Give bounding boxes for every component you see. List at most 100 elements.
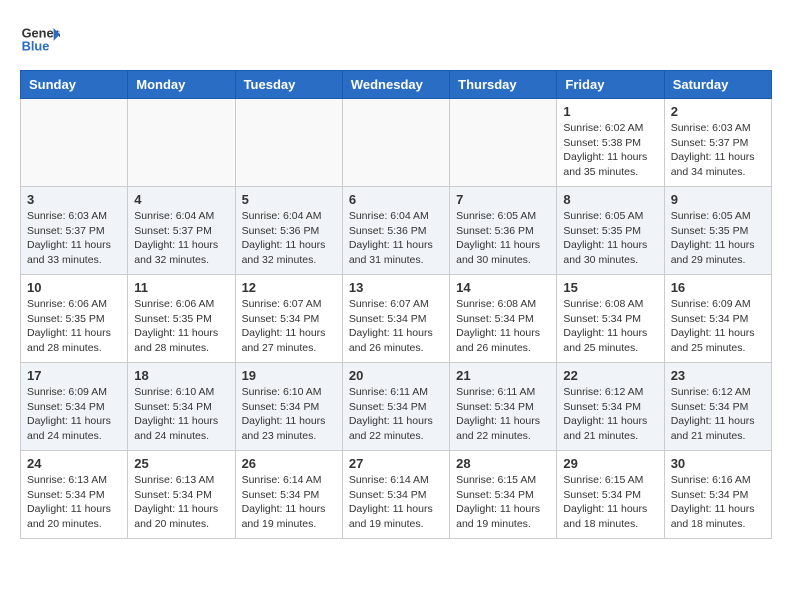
day-number: 28: [456, 456, 550, 471]
weekday-header-monday: Monday: [128, 71, 235, 99]
day-number: 18: [134, 368, 228, 383]
day-number: 5: [242, 192, 336, 207]
day-number: 12: [242, 280, 336, 295]
day-info: Sunrise: 6:04 AM Sunset: 5:37 PM Dayligh…: [134, 209, 228, 268]
calendar-week-3: 10Sunrise: 6:06 AM Sunset: 5:35 PM Dayli…: [21, 275, 772, 363]
calendar-day-empty: [450, 99, 557, 187]
day-info: Sunrise: 6:08 AM Sunset: 5:34 PM Dayligh…: [563, 297, 657, 356]
calendar-day-28: 28 Sunrise: 6:15 AM Sunset: 5:34 PM Dayli…: [450, 451, 557, 539]
calendar-day-23: 23Sunrise: 6:12 AM Sunset: 5:34 PM Dayli…: [664, 363, 771, 451]
day-info: Sunrise: 6:02 AM Sunset: 5:38 PM Dayligh…: [563, 121, 657, 180]
calendar-day-empty: [235, 99, 342, 187]
day-info: Sunrise: 6:03 AM Sunset: 5:37 PM Dayligh…: [671, 121, 765, 180]
calendar-day-2: 2 Sunrise: 6:03 AM Sunset: 5:37 PM Daylig…: [664, 99, 771, 187]
calendar-day-13: 13Sunrise: 6:07 AM Sunset: 5:34 PM Dayli…: [342, 275, 449, 363]
day-number: 1: [563, 104, 657, 119]
calendar-day-6: 6Sunrise: 6:04 AM Sunset: 5:36 PM Daylig…: [342, 187, 449, 275]
day-number: 2: [671, 104, 765, 119]
calendar-day-27: 27 Sunrise: 6:14 AM Sunset: 5:34 PM Dayli…: [342, 451, 449, 539]
calendar-day-8: 8 Sunrise: 6:05 AM Sunset: 5:35 PM Daylig…: [557, 187, 664, 275]
day-number: 17: [27, 368, 121, 383]
day-number: 29: [563, 456, 657, 471]
day-number: 21: [456, 368, 550, 383]
day-number: 16: [671, 280, 765, 295]
calendar-body: 1 Sunrise: 6:02 AM Sunset: 5:38 PM Daylig…: [21, 99, 772, 539]
calendar-day-22: 22 Sunrise: 6:12 AM Sunset: 5:34 PM Dayli…: [557, 363, 664, 451]
day-info: Sunrise: 6:11 AM Sunset: 5:34 PM Dayligh…: [456, 385, 550, 444]
weekday-header-wednesday: Wednesday: [342, 71, 449, 99]
day-info: Sunrise: 6:10 AM Sunset: 5:34 PM Dayligh…: [242, 385, 336, 444]
calendar-day-7: 7 Sunrise: 6:05 AM Sunset: 5:36 PM Daylig…: [450, 187, 557, 275]
calendar-day-10: 10Sunrise: 6:06 AM Sunset: 5:35 PM Dayli…: [21, 275, 128, 363]
day-number: 8: [563, 192, 657, 207]
day-number: 9: [671, 192, 765, 207]
day-number: 3: [27, 192, 121, 207]
calendar-week-5: 24 Sunrise: 6:13 AM Sunset: 5:34 PM Dayli…: [21, 451, 772, 539]
day-number: 15: [563, 280, 657, 295]
day-info: Sunrise: 6:14 AM Sunset: 5:34 PM Dayligh…: [349, 473, 443, 532]
calendar-day-empty: [128, 99, 235, 187]
day-number: 27: [349, 456, 443, 471]
weekday-header-tuesday: Tuesday: [235, 71, 342, 99]
svg-text:Blue: Blue: [22, 38, 50, 53]
calendar-day-21: 21 Sunrise: 6:11 AM Sunset: 5:34 PM Dayli…: [450, 363, 557, 451]
calendar-day-18: 18Sunrise: 6:10 AM Sunset: 5:34 PM Dayli…: [128, 363, 235, 451]
day-info: Sunrise: 6:15 AM Sunset: 5:34 PM Dayligh…: [456, 473, 550, 532]
day-info: Sunrise: 6:05 AM Sunset: 5:35 PM Dayligh…: [671, 209, 765, 268]
calendar-day-4: 4 Sunrise: 6:04 AM Sunset: 5:37 PM Daylig…: [128, 187, 235, 275]
calendar-day-30: 30 Sunrise: 6:16 AM Sunset: 5:34 PM Dayli…: [664, 451, 771, 539]
weekday-header-saturday: Saturday: [664, 71, 771, 99]
logo: General Blue: [20, 20, 60, 60]
calendar-week-2: 3 Sunrise: 6:03 AM Sunset: 5:37 PM Daylig…: [21, 187, 772, 275]
calendar-header: SundayMondayTuesdayWednesdayThursdayFrid…: [21, 71, 772, 99]
calendar-day-25: 25 Sunrise: 6:13 AM Sunset: 5:34 PM Dayli…: [128, 451, 235, 539]
calendar-week-4: 17 Sunrise: 6:09 AM Sunset: 5:34 PM Dayli…: [21, 363, 772, 451]
calendar-day-29: 29 Sunrise: 6:15 AM Sunset: 5:34 PM Dayli…: [557, 451, 664, 539]
day-info: Sunrise: 6:06 AM Sunset: 5:35 PM Dayligh…: [134, 297, 228, 356]
day-number: 13: [349, 280, 443, 295]
day-number: 25: [134, 456, 228, 471]
logo-icon: General Blue: [20, 20, 60, 60]
day-info: Sunrise: 6:15 AM Sunset: 5:34 PM Dayligh…: [563, 473, 657, 532]
page-header: General Blue: [20, 20, 772, 60]
day-info: Sunrise: 6:16 AM Sunset: 5:34 PM Dayligh…: [671, 473, 765, 532]
day-info: Sunrise: 6:03 AM Sunset: 5:37 PM Dayligh…: [27, 209, 121, 268]
day-number: 23: [671, 368, 765, 383]
calendar-day-15: 15 Sunrise: 6:08 AM Sunset: 5:34 PM Dayli…: [557, 275, 664, 363]
day-number: 11: [134, 280, 228, 295]
day-info: Sunrise: 6:07 AM Sunset: 5:34 PM Dayligh…: [242, 297, 336, 356]
calendar-day-5: 5 Sunrise: 6:04 AM Sunset: 5:36 PM Daylig…: [235, 187, 342, 275]
calendar-day-26: 26 Sunrise: 6:14 AM Sunset: 5:34 PM Dayli…: [235, 451, 342, 539]
calendar-day-3: 3 Sunrise: 6:03 AM Sunset: 5:37 PM Daylig…: [21, 187, 128, 275]
calendar-day-24: 24Sunrise: 6:13 AM Sunset: 5:34 PM Dayli…: [21, 451, 128, 539]
day-number: 26: [242, 456, 336, 471]
day-info: Sunrise: 6:14 AM Sunset: 5:34 PM Dayligh…: [242, 473, 336, 532]
day-info: Sunrise: 6:09 AM Sunset: 5:34 PM Dayligh…: [27, 385, 121, 444]
day-info: Sunrise: 6:12 AM Sunset: 5:34 PM Dayligh…: [563, 385, 657, 444]
day-info: Sunrise: 6:04 AM Sunset: 5:36 PM Dayligh…: [349, 209, 443, 268]
calendar-day-9: 9 Sunrise: 6:05 AM Sunset: 5:35 PM Daylig…: [664, 187, 771, 275]
calendar-table: SundayMondayTuesdayWednesdayThursdayFrid…: [20, 70, 772, 539]
weekday-header-sunday: Sunday: [21, 71, 128, 99]
day-number: 20: [349, 368, 443, 383]
day-info: Sunrise: 6:13 AM Sunset: 5:34 PM Dayligh…: [134, 473, 228, 532]
day-number: 7: [456, 192, 550, 207]
day-info: Sunrise: 6:05 AM Sunset: 5:35 PM Dayligh…: [563, 209, 657, 268]
calendar-day-1: 1 Sunrise: 6:02 AM Sunset: 5:38 PM Daylig…: [557, 99, 664, 187]
calendar-day-empty: [21, 99, 128, 187]
day-info: Sunrise: 6:05 AM Sunset: 5:36 PM Dayligh…: [456, 209, 550, 268]
day-number: 22: [563, 368, 657, 383]
calendar-day-16: 16 Sunrise: 6:09 AM Sunset: 5:34 PM Dayli…: [664, 275, 771, 363]
calendar-day-empty: [342, 99, 449, 187]
day-number: 24: [27, 456, 121, 471]
calendar-day-20: 20Sunrise: 6:11 AM Sunset: 5:34 PM Dayli…: [342, 363, 449, 451]
day-info: Sunrise: 6:04 AM Sunset: 5:36 PM Dayligh…: [242, 209, 336, 268]
calendar-week-1: 1 Sunrise: 6:02 AM Sunset: 5:38 PM Daylig…: [21, 99, 772, 187]
day-info: Sunrise: 6:09 AM Sunset: 5:34 PM Dayligh…: [671, 297, 765, 356]
weekday-header-row: SundayMondayTuesdayWednesdayThursdayFrid…: [21, 71, 772, 99]
day-number: 4: [134, 192, 228, 207]
weekday-header-friday: Friday: [557, 71, 664, 99]
day-number: 30: [671, 456, 765, 471]
day-info: Sunrise: 6:06 AM Sunset: 5:35 PM Dayligh…: [27, 297, 121, 356]
calendar-day-19: 19Sunrise: 6:10 AM Sunset: 5:34 PM Dayli…: [235, 363, 342, 451]
